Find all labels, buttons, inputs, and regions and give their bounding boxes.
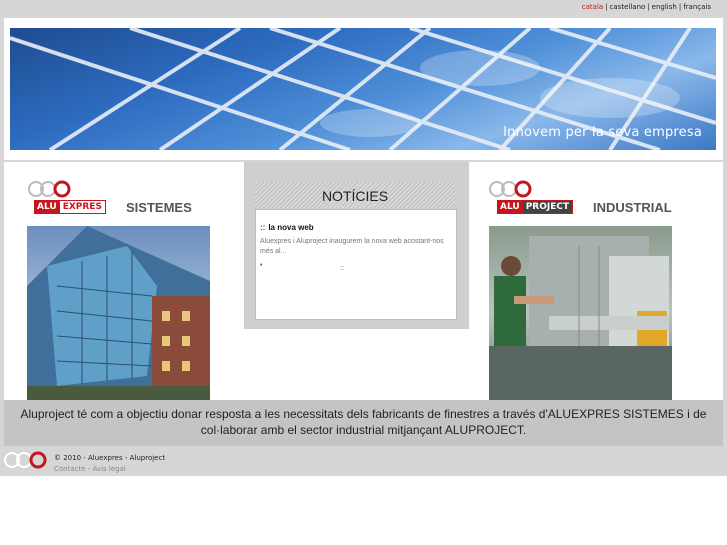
footer-separator: -: [87, 465, 91, 473]
footer-logo-rings-icon: [4, 451, 47, 469]
logo-project-text: PROJECT: [522, 201, 573, 213]
description-bar: Aluproject té com a objectiu donar respo…: [4, 400, 723, 446]
logo-rings-icon: [489, 180, 532, 198]
footer: © 2010 - Aluexpres - Aluproject Contacte…: [0, 446, 727, 476]
lang-catala[interactable]: catala: [582, 3, 603, 11]
hero-banner: Innovem per la seva empresa: [10, 28, 716, 150]
lang-francais[interactable]: français: [683, 3, 711, 11]
news-bullet: •: [260, 262, 263, 269]
industrial-photo[interactable]: [489, 226, 672, 400]
news-marker: ::: [260, 223, 266, 232]
lang-english[interactable]: english: [652, 3, 677, 11]
language-switcher: catala | castellano | english | français: [582, 3, 711, 11]
lang-castellano[interactable]: castellano: [610, 3, 646, 11]
news-list: :: la nova web Aluexpres i Aluproject ina…: [255, 209, 457, 320]
footer-links: Contacte - Avis legal: [54, 465, 126, 473]
logo-expres-text: EXPRES: [59, 201, 105, 213]
copyright-text: © 2010 - Aluexpres - Aluproject: [54, 454, 166, 462]
lang-separator: |: [678, 3, 682, 11]
contact-link[interactable]: Contacte: [54, 465, 86, 473]
aluproject-logo: ALU PROJECT: [497, 200, 574, 214]
description-text: Aluproject té com a objectiu donar respo…: [20, 407, 707, 437]
building-photo[interactable]: [27, 226, 210, 400]
aluexpres-logo: ALU EXPRES: [34, 200, 106, 214]
logo-alu-text: ALU: [500, 202, 520, 212]
news-item-summary: Aluexpres i Aluproject inaugurem la nova…: [260, 238, 444, 255]
lang-separator: |: [647, 3, 650, 11]
news-heading: NOTÍCIES: [321, 188, 389, 204]
news-header: NOTÍCIES: [255, 182, 455, 208]
banner-tagline: Innovem per la seva empresa: [503, 125, 702, 140]
top-bar: catala | castellano | english | français: [0, 0, 727, 18]
news-item-title-text: la nova web: [268, 223, 314, 232]
industrial-illustration: [489, 236, 672, 400]
section-industrial: INDUSTRIAL: [593, 200, 672, 215]
building-illustration: [27, 226, 210, 400]
section-sistemes: SISTEMES: [126, 200, 192, 215]
logo-alu-text: ALU: [37, 202, 57, 212]
lang-separator: |: [605, 3, 608, 11]
news-more-link[interactable]: ::: [340, 265, 344, 272]
legal-link[interactable]: Avis legal: [93, 465, 126, 473]
news-item-title[interactable]: :: la nova web: [260, 223, 314, 232]
news-panel: NOTÍCIES :: la nova web Aluexpres i Alupr…: [244, 162, 469, 329]
logo-rings-icon: [28, 180, 71, 198]
